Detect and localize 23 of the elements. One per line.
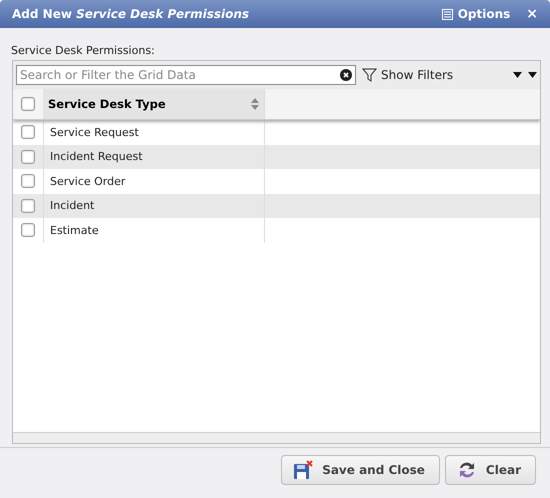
section-label: Service Desk Permissions: [11,44,156,57]
show-filters-button[interactable]: Show Filters [362,68,507,82]
clear-button[interactable]: Clear [444,455,536,485]
column-header[interactable]: Service Desk Type [43,89,265,119]
table-cell: Incident Request [43,144,265,169]
save-icon [292,459,314,481]
row-checkbox[interactable] [21,223,35,238]
row-checkbox[interactable] [21,198,35,213]
search-field[interactable]: Search or Filter the Grid Data [16,65,356,85]
table-cell: Incident [43,194,265,218]
row-checkbox[interactable] [21,125,35,140]
options-button[interactable]: Options [442,7,510,21]
clear-icon[interactable] [340,69,352,81]
filter-icon [362,68,377,82]
table-cell: Estimate [43,218,265,242]
save-button[interactable]: Save and Close [281,455,440,485]
select-all-checkbox[interactable] [21,97,35,111]
row-checkbox[interactable] [21,150,35,164]
window-title: Add New Service Desk Permissions [12,7,250,21]
list-icon [442,8,453,20]
row-checkbox[interactable] [21,174,35,188]
sort-icon[interactable] [251,98,259,110]
close-button[interactable]: × [526,6,538,22]
